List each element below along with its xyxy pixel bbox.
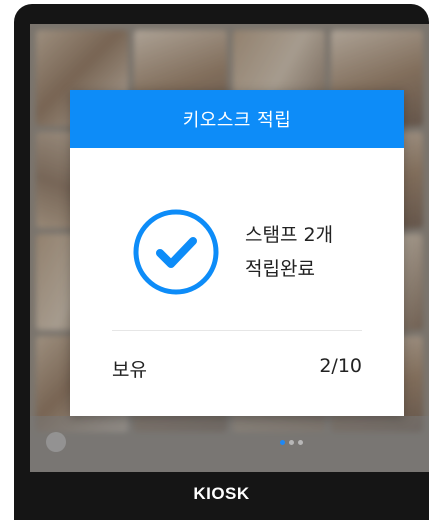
owned-label: 보유 (112, 359, 147, 381)
dialog-title: 키오스크 적립 (182, 110, 292, 131)
page-indicator (280, 440, 303, 445)
page-dot[interactable] (289, 440, 294, 445)
home-button-icon[interactable] (46, 432, 66, 452)
check-circle-icon (133, 209, 219, 295)
dialog-header: 키오스크 적립 (70, 90, 404, 148)
owned-value: 2/10 (319, 355, 362, 377)
bottom-bar (30, 416, 429, 472)
page-dot-active[interactable] (280, 440, 285, 445)
page-dot[interactable] (298, 440, 303, 445)
stamp-status-text: 적립완료 (245, 258, 315, 280)
stamp-dialog: 키오스크 적립 스탬프 2개 적립완료 보유 2/10 (70, 90, 404, 416)
kiosk-label: KIOSK (193, 484, 250, 503)
stamp-count-text: 스탬프 2개 (245, 224, 334, 246)
divider (112, 330, 362, 331)
dialog-body: 스탬프 2개 적립완료 보유 2/10 (70, 148, 404, 416)
stamp-message: 스탬프 2개 적립완료 (245, 218, 333, 286)
